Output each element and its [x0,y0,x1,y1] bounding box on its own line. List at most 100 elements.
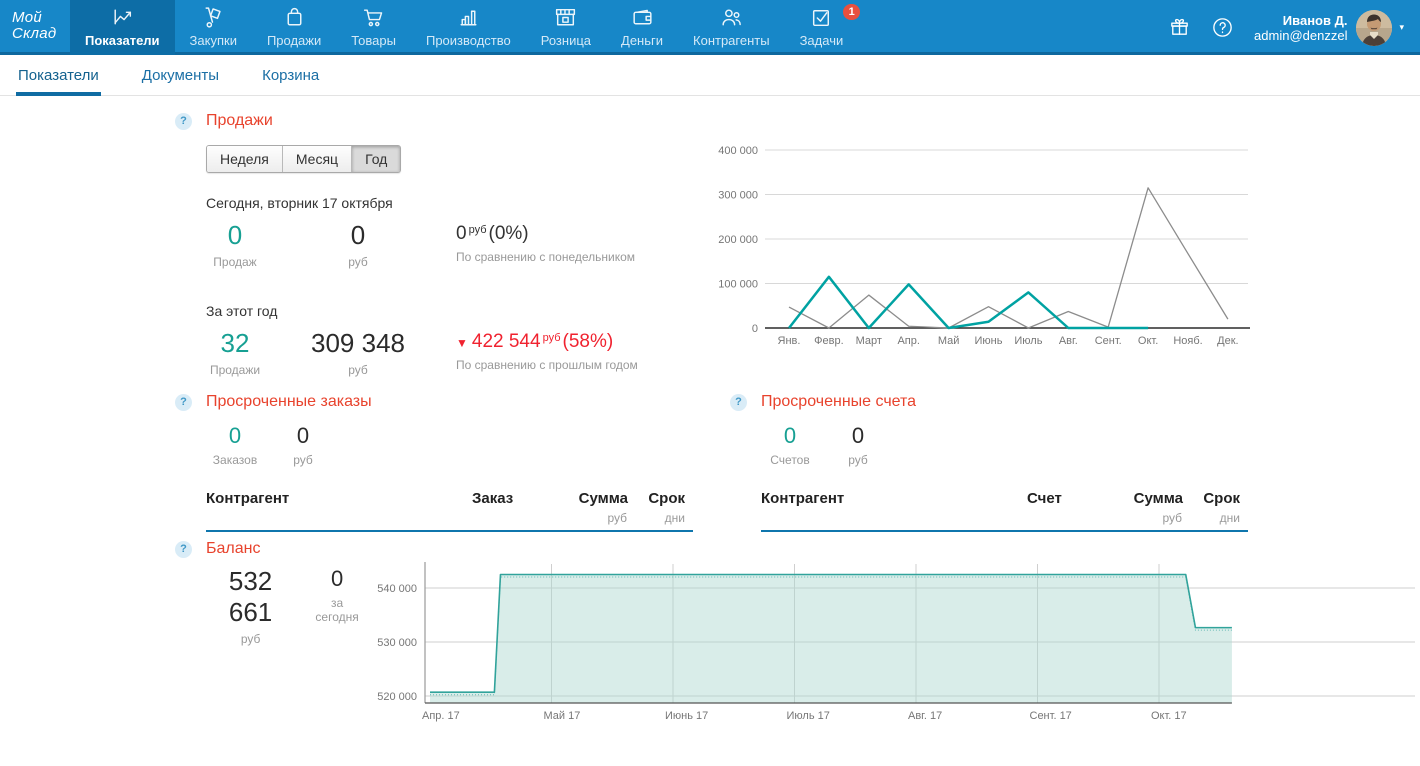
sales-section: ? Продажи Неделя Месяц Год Сегодня, втор… [175,112,720,377]
help-button[interactable] [1211,16,1234,39]
balance-today: 0 [309,566,365,592]
nav-item-production[interactable]: Производство [411,0,526,55]
tab-recycle-bin[interactable]: Корзина [260,55,321,95]
nav-item-indicators[interactable]: Показатели [70,0,175,55]
svg-text:Авг.: Авг. [1059,335,1078,347]
diff-unit: руб [469,224,487,236]
svg-text:Февр.: Февр. [814,335,844,347]
svg-text:Июнь 17: Июнь 17 [665,710,708,722]
year-heading: За этот год [206,303,720,319]
svg-text:Дек.: Дек. [1217,335,1238,347]
help-icon[interactable]: ? [730,394,747,411]
svg-text:530 000: 530 000 [377,637,417,649]
gift-icon [1168,16,1191,39]
help-icon[interactable]: ? [175,541,192,558]
nav-item-sales[interactable]: Продажи [252,0,336,55]
people-icon [719,5,744,30]
hand-truck-icon [201,5,226,30]
nav-item-label: Закупки [190,33,237,48]
year-sales-amount-label: руб [274,363,442,377]
today-comparison: 0руб(0%) По сравнению с понедельником [456,220,635,264]
period-toggle: Неделя Месяц Год [206,145,401,173]
nav-item-label: Продажи [267,33,321,48]
nav-item-label: Задачи [800,33,844,48]
column-unit-term: дни [1220,511,1240,525]
column-header-counterparty: Контрагент [761,490,844,507]
nav-item-label: Контрагенты [693,33,770,48]
topbar-right: Иванов Д. admin@denzzel ▾ [1168,0,1420,55]
svg-text:Май: Май [938,335,960,347]
today-heading: Сегодня, вторник 17 октября [206,195,720,211]
app-logo-line2: Склад [12,26,70,42]
column-header-order: Заказ [472,490,513,507]
tab-documents[interactable]: Документы [140,55,221,95]
overdue-invoices-amount-label: руб [829,453,887,467]
svg-text:200 000: 200 000 [718,234,758,246]
column-header-term: Срок [1203,490,1240,507]
avatar [1356,10,1392,46]
column-header-counterparty: Контрагент [206,490,289,507]
year-sales-count: 32 [206,328,264,359]
column-header-sum: Сумма [579,490,628,507]
page-tabs: Показатели Документы Корзина [0,55,1420,96]
main-nav: Показатели Закупки Продажи Товары Произв… [70,0,858,55]
line-chart-icon [110,5,135,30]
overdue-orders-section: ? Просроченные заказы 0 Заказов 0 руб Ко… [175,393,695,532]
app-logo[interactable]: Мой Склад [0,0,70,55]
app-logo-line1: Мой [12,10,70,26]
nav-item-label: Производство [426,33,511,48]
column-header-term: Срок [648,490,685,507]
year-sales-amount: 309 348 [274,328,442,359]
today-sales-amount: 0 [274,220,442,251]
nav-item-counterparties[interactable]: Контрагенты [678,0,785,55]
help-icon[interactable]: ? [175,113,192,130]
tasks-badge: 1 [843,4,860,20]
svg-text:100 000: 100 000 [718,279,758,291]
balance-amount-label: руб [206,632,295,646]
bar-chart-icon [456,5,481,30]
sales-chart: 0100 000200 000300 000400 000Янв.Февр.Ма… [700,138,1260,353]
help-icon[interactable]: ? [175,394,192,411]
tab-label: Показатели [18,67,99,84]
wallet-icon [630,5,655,30]
svg-text:Янв.: Янв. [778,335,801,347]
svg-text:Июль 17: Июль 17 [787,710,830,722]
decline-arrow-icon: ▼ [456,336,468,350]
svg-text:Окт. 17: Окт. 17 [1151,710,1187,722]
tab-label: Документы [142,67,219,84]
nav-item-tasks[interactable]: Задачи 1 [785,0,859,55]
section-title: Баланс [206,540,260,558]
nav-item-money[interactable]: Деньги [606,0,678,55]
chevron-down-icon: ▾ [1399,22,1404,33]
user-menu[interactable]: Иванов Д. admin@denzzel ▾ [1254,10,1404,46]
overdue-invoices-count: 0 [761,423,819,449]
sales-year-block: За этот год 32 Продажи 309 348 руб ▼422 … [206,303,720,377]
svg-text:300 000: 300 000 [718,190,758,202]
nav-item-retail[interactable]: Розница [526,0,606,55]
year-sales-count-label: Продажи [206,363,264,377]
nav-item-purchases[interactable]: Закупки [175,0,252,55]
gift-button[interactable] [1168,16,1191,39]
nav-item-goods[interactable]: Товары [336,0,411,55]
section-title: Продажи [206,112,273,130]
svg-text:Июль: Июль [1014,335,1042,347]
svg-text:0: 0 [752,323,758,335]
nav-item-label: Товары [351,33,396,48]
overdue-invoices-amount: 0 [829,423,887,449]
overdue-invoices-table: Контрагент Счет Сумма Срок руб дни [761,481,1248,532]
svg-text:Май 17: Май 17 [544,710,581,722]
checkbox-check-icon [809,5,834,30]
svg-text:Сент.: Сент. [1095,335,1122,347]
column-header-invoice: Счет [1027,490,1062,507]
period-month-button[interactable]: Месяц [282,146,351,172]
period-year-button[interactable]: Год [351,146,400,172]
svg-text:Апр. 17: Апр. 17 [422,710,460,722]
nav-item-label: Показатели [85,33,160,48]
svg-text:Окт.: Окт. [1138,335,1158,347]
diff-unit: руб [543,332,561,344]
today-sales-amount-label: руб [274,255,442,269]
overdue-orders-count: 0 [206,423,264,449]
overdue-orders-amount: 0 [274,423,332,449]
tab-indicators[interactable]: Показатели [16,55,101,95]
period-week-button[interactable]: Неделя [207,146,282,172]
